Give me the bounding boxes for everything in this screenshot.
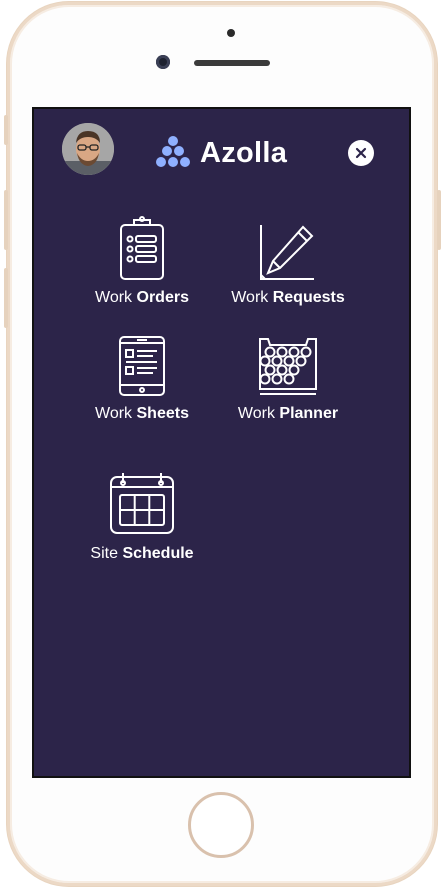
menu-label-site-schedule: Site Schedule [90, 545, 194, 562]
tablet-list-icon [119, 336, 165, 396]
close-button[interactable] [348, 140, 374, 166]
planner-dot [259, 355, 271, 367]
planner-dot [276, 346, 288, 358]
logo-dot [156, 157, 166, 167]
logo-dot [180, 157, 190, 167]
proximity-sensor [227, 29, 235, 37]
front-camera [156, 55, 170, 69]
planner-dot [283, 355, 295, 367]
menu-work-sheets[interactable]: Work Sheets [67, 335, 217, 423]
volume-down-button [4, 268, 8, 328]
menu-label-work-orders: Work Orders [95, 289, 189, 306]
planner-dot [271, 373, 283, 385]
planner-grid-icon [259, 338, 317, 395]
logo-dot [174, 146, 184, 156]
pencil-icon [260, 225, 314, 280]
planner-dot [295, 355, 307, 367]
planner-dot [271, 355, 283, 367]
planner-dot [300, 346, 312, 358]
menu-label-work-requests: Work Requests [231, 289, 345, 306]
volume-up-button [4, 190, 8, 250]
logo-dot [168, 136, 178, 146]
menu-label-work-sheets: Work Sheets [95, 405, 189, 422]
planner-dot [264, 364, 276, 376]
clipboard-list-icon [120, 216, 164, 280]
brand-name: Azolla [200, 136, 288, 169]
planner-dot [276, 364, 288, 376]
logo-dot [168, 157, 178, 167]
planner-dot [288, 346, 300, 358]
home-button[interactable] [188, 792, 254, 858]
app-screen: Azolla Work Orders Work Requests Work Sh… [32, 107, 411, 778]
menu-label-work-planner: Work Planner [237, 405, 339, 422]
azolla-logo-icon [156, 136, 190, 167]
menu-site-schedule[interactable]: Site Schedule [67, 469, 217, 563]
mute-switch [4, 115, 8, 145]
earpiece-speaker [194, 60, 270, 66]
brand-logo: Azolla [154, 133, 287, 173]
planner-dot [288, 364, 300, 376]
user-avatar[interactable] [62, 123, 114, 175]
menu-work-orders[interactable]: Work Orders [67, 215, 217, 307]
menu-work-planner[interactable]: Work Planner [213, 337, 363, 423]
planner-dot [259, 373, 271, 385]
planner-dot [264, 346, 276, 358]
logo-dot [162, 146, 172, 156]
avatar-photo [62, 123, 114, 175]
calendar-icon [110, 473, 174, 534]
menu-work-requests[interactable]: Work Requests [213, 223, 363, 307]
close-icon [355, 147, 367, 159]
planner-dot [283, 373, 295, 385]
power-button [437, 190, 441, 250]
